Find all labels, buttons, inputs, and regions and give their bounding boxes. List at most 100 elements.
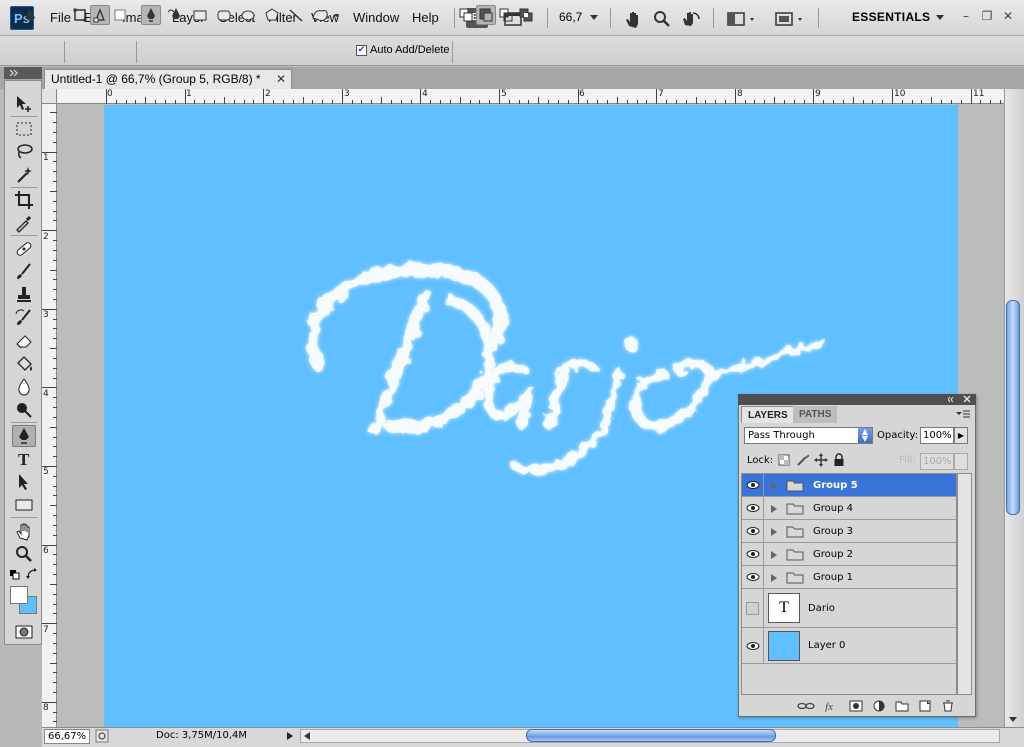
tools-panel-header[interactable] — [4, 67, 42, 79]
layer-row-group-5[interactable]: Group 5 — [742, 474, 956, 497]
blend-mode-spinner[interactable]: ▲ ▼ — [858, 428, 872, 443]
rectangle-shape-button[interactable] — [190, 5, 210, 25]
layers-list-scrollbar[interactable] — [957, 473, 972, 695]
line-shape-button[interactable] — [286, 5, 306, 25]
expand-arrow-icon[interactable] — [770, 481, 778, 491]
lasso-tool[interactable] — [12, 141, 36, 163]
path-intersect-button[interactable] — [496, 5, 516, 25]
link-layers-icon[interactable] — [797, 700, 815, 712]
layer-mask-icon[interactable] — [849, 700, 863, 712]
document-tab[interactable]: Untitled-1 @ 66,7% (Group 5, RGB/8) * — [44, 69, 292, 89]
adjustment-layer-icon[interactable] — [872, 700, 886, 712]
layers-panel-titlebar[interactable] — [738, 394, 976, 405]
fill-field[interactable]: 100% — [920, 453, 954, 470]
zoom-tool[interactable] — [12, 543, 36, 565]
delete-layer-icon[interactable] — [941, 700, 955, 712]
fill-slider-arrow-icon[interactable] — [954, 453, 968, 470]
polygon-shape-button[interactable] — [262, 5, 282, 25]
tab-layers[interactable]: LAYERS — [741, 406, 795, 423]
hand-tool-button[interactable] — [622, 8, 644, 28]
type-tool[interactable]: T — [12, 448, 36, 470]
close-icon[interactable]: ✕ — [1000, 8, 1016, 24]
ellipse-shape-button[interactable] — [238, 5, 258, 25]
rectangle-tool[interactable] — [12, 494, 36, 516]
marquee-tool[interactable] — [12, 118, 36, 140]
eraser-tool[interactable] — [12, 330, 36, 352]
auto-add-delete-checkbox[interactable]: ✔ — [356, 45, 367, 56]
move-tool[interactable] — [12, 93, 36, 115]
restore-icon[interactable]: ❐ — [979, 8, 995, 24]
horizontal-scroll-thumb[interactable] — [526, 729, 776, 742]
layer-row-dario[interactable]: T Dario — [742, 589, 956, 628]
vertical-ruler[interactable]: 1 2 3 4 5 6 7 8 — [42, 89, 57, 727]
expand-arrow-icon[interactable] — [770, 550, 778, 560]
shape-layers-button[interactable] — [70, 5, 90, 25]
scroll-down-arrow-icon[interactable] — [1008, 716, 1018, 724]
path-subtract-button[interactable] — [476, 5, 496, 25]
layer-row-group-2[interactable]: Group 2 — [742, 543, 956, 566]
arrange-documents-button[interactable] — [724, 8, 760, 28]
horizontal-ruler[interactable]: 0 1 2 3 4 5 6 7 8 9 10 11 — [56, 89, 1004, 104]
path-selection-tool[interactable] — [12, 471, 36, 493]
blend-mode-select[interactable]: Pass Through — [744, 427, 873, 444]
freeform-pen-button[interactable] — [166, 5, 186, 25]
fill-pixels-button[interactable] — [110, 5, 130, 25]
expand-arrow-icon[interactable] — [770, 504, 778, 514]
expand-arrow-icon[interactable] — [770, 573, 778, 583]
screen-mode-button[interactable] — [772, 8, 808, 28]
visibility-toggle[interactable] — [742, 474, 764, 496]
healing-brush-tool[interactable] — [12, 238, 36, 260]
layer-row-group-4[interactable]: Group 4 — [742, 497, 956, 520]
menu-file[interactable]: File — [50, 10, 71, 25]
expand-arrow-icon[interactable] — [770, 527, 778, 537]
status-zoom-field[interactable]: 66,67% — [44, 729, 90, 744]
lock-transparent-icon[interactable] — [778, 454, 790, 466]
crop-tool[interactable] — [12, 189, 36, 211]
new-group-icon[interactable] — [895, 700, 909, 712]
workspace-switcher[interactable]: ESSENTIALS — [852, 10, 930, 24]
visibility-toggle[interactable] — [742, 497, 764, 519]
tool-preset-picker[interactable] — [20, 5, 40, 25]
panel-menu-icon[interactable] — [955, 409, 971, 419]
visibility-toggle[interactable] — [742, 543, 764, 565]
layer-row-layer-0[interactable]: Layer 0 — [742, 628, 956, 664]
close-icon[interactable]: ✕ — [276, 72, 286, 86]
scroll-left-arrow-icon[interactable] — [303, 731, 311, 741]
hand-tool[interactable] — [12, 520, 36, 542]
default-colors-icon[interactable] — [10, 570, 20, 580]
menu-window[interactable]: Window — [353, 10, 399, 25]
swap-colors-icon[interactable] — [26, 568, 38, 580]
quick-mask-button[interactable] — [12, 621, 36, 643]
paint-bucket-tool[interactable] — [12, 353, 36, 375]
foreground-color-swatch[interactable] — [10, 586, 28, 604]
opacity-slider-arrow-icon[interactable]: ▶ — [954, 427, 968, 444]
pen-tool[interactable] — [12, 425, 36, 447]
menu-help[interactable]: Help — [412, 10, 439, 25]
rotate-view-button[interactable] — [679, 8, 701, 28]
opacity-field[interactable]: 100% — [920, 427, 954, 444]
layer-style-icon[interactable]: fx — [824, 700, 840, 712]
status-info-icon[interactable] — [95, 729, 109, 743]
new-layer-icon[interactable] — [918, 700, 932, 712]
path-exclude-button[interactable] — [516, 5, 536, 25]
paths-mode-button[interactable] — [90, 5, 110, 25]
clone-stamp-tool[interactable] — [12, 284, 36, 306]
custom-shape-button[interactable] — [310, 5, 344, 25]
lock-image-icon[interactable] — [796, 453, 810, 467]
zoom-level-dropdown[interactable]: 66,7 — [559, 10, 582, 24]
brush-tool[interactable] — [12, 261, 36, 283]
rounded-rectangle-button[interactable] — [214, 5, 234, 25]
zoom-tool-button[interactable] — [650, 8, 672, 28]
tab-paths[interactable]: PATHS — [793, 406, 838, 423]
visibility-toggle[interactable] — [742, 589, 764, 627]
history-brush-tool[interactable] — [12, 307, 36, 329]
status-menu-arrow-icon[interactable] — [286, 731, 294, 741]
magic-wand-tool[interactable] — [12, 164, 36, 186]
layer-row-group-1[interactable]: Group 1 — [742, 566, 956, 589]
eyedropper-tool[interactable] — [12, 212, 36, 234]
visibility-toggle[interactable] — [742, 520, 764, 542]
visibility-toggle[interactable] — [742, 628, 764, 663]
minimize-icon[interactable]: – — [958, 8, 974, 24]
layer-row-group-3[interactable]: Group 3 — [742, 520, 956, 543]
vertical-scroll-thumb[interactable] — [1006, 300, 1020, 515]
